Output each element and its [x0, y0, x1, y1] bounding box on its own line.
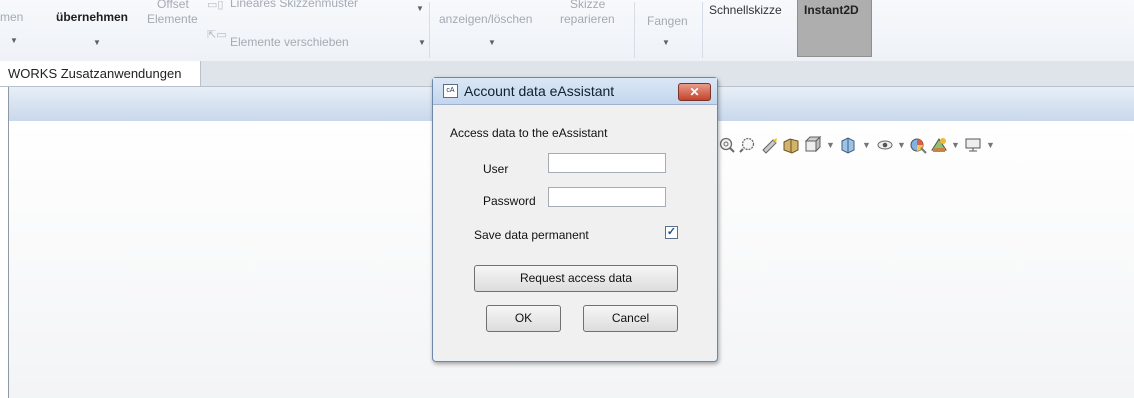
ribbon-item-skizze-line2[interactable]: reparieren [560, 12, 615, 26]
password-field[interactable] [548, 187, 666, 207]
user-field[interactable] [548, 153, 666, 173]
ribbon-separator [429, 2, 430, 58]
previous-view-icon[interactable] [761, 136, 779, 154]
dialog-heading: Access data to the eAssistant [450, 126, 608, 140]
save-data-checkbox[interactable]: ✓ [665, 226, 678, 239]
chevron-down-icon[interactable]: ▼ [10, 36, 18, 45]
view-settings-icon[interactable] [964, 136, 982, 154]
section-view-icon[interactable] [782, 136, 800, 154]
save-data-label: Save data permanent [474, 228, 589, 242]
password-label: Password [483, 194, 536, 208]
linear-pattern-icon: ▭▯ [207, 0, 224, 11]
user-label: User [483, 162, 509, 176]
dialog-titlebar[interactable]: cA Account data eAssistant ✕ [433, 78, 717, 105]
edit-appearance-icon[interactable] [909, 136, 927, 154]
ok-button[interactable]: OK [486, 305, 561, 332]
chevron-down-icon[interactable]: ▼ [488, 38, 496, 47]
dialog-body: Access data to the eAssistant User Passw… [434, 105, 716, 360]
chevron-down-icon[interactable]: ▼ [951, 140, 960, 150]
chevron-down-icon[interactable]: ▼ [862, 140, 871, 150]
chevron-down-icon[interactable]: ▼ [93, 38, 101, 47]
zoom-area-icon[interactable] [739, 136, 757, 154]
chevron-down-icon[interactable]: ▼ [986, 140, 995, 150]
ribbon-separator [702, 2, 703, 58]
ok-label: OK [514, 311, 533, 325]
ribbon-item-schnellskizze[interactable]: Schnellskizze [709, 3, 782, 17]
ribbon-item-fangen[interactable]: Fangen [647, 14, 688, 28]
dialog-title: Account data eAssistant [464, 83, 615, 99]
ribbon: men ▼ übernehmen ▼ Offset Elemente ▭▯ Li… [0, 0, 1134, 62]
close-button[interactable]: ✕ [678, 83, 711, 101]
chevron-down-icon[interactable]: ▼ [416, 4, 424, 13]
instant2d-label: Instant2D [804, 3, 859, 17]
ribbon-item-lineares[interactable]: Lineares Skizzenmuster [230, 0, 358, 10]
ribbon-item-offset-line2[interactable]: Elemente [147, 12, 198, 26]
apply-scene-icon[interactable] [930, 136, 948, 154]
tab-label: WORKS Zusatzanwendungen [8, 66, 182, 81]
ribbon-item-verschieben[interactable]: Elemente verschieben [230, 35, 349, 49]
view-orientation-icon[interactable] [804, 136, 822, 154]
display-style-icon[interactable] [839, 136, 857, 154]
account-data-dialog: cA Account data eAssistant ✕ Access data… [432, 77, 718, 362]
chevron-down-icon[interactable]: ▼ [662, 38, 670, 47]
ribbon-item-uebernehmen[interactable]: übernehmen [56, 10, 128, 24]
ribbon-item-anzeigen[interactable]: anzeigen/löschen [439, 12, 532, 26]
ribbon-item-skizze-line1[interactable]: Skizze [570, 0, 605, 11]
cancel-label: Cancel [611, 311, 650, 325]
ribbon-item-men[interactable]: men [0, 10, 23, 24]
cancel-button[interactable]: Cancel [583, 305, 678, 332]
request-access-button[interactable]: Request access data [474, 265, 678, 292]
zoom-fit-icon[interactable] [718, 136, 736, 154]
ribbon-separator [634, 2, 635, 58]
hide-show-icon[interactable] [876, 136, 894, 154]
instant2d-button[interactable]: Instant2D [797, 0, 872, 57]
ribbon-item-offset-line1[interactable]: Offset [157, 0, 189, 11]
tab-zusatzanwendungen[interactable]: WORKS Zusatzanwendungen [0, 61, 201, 86]
chevron-down-icon[interactable]: ▼ [418, 38, 426, 47]
app-icon: cA [443, 84, 458, 98]
move-entities-icon: ⇱▭ [207, 29, 227, 41]
chevron-down-icon[interactable]: ▼ [897, 140, 906, 150]
request-access-label: Request access data [519, 271, 633, 285]
chevron-down-icon[interactable]: ▼ [826, 140, 835, 150]
